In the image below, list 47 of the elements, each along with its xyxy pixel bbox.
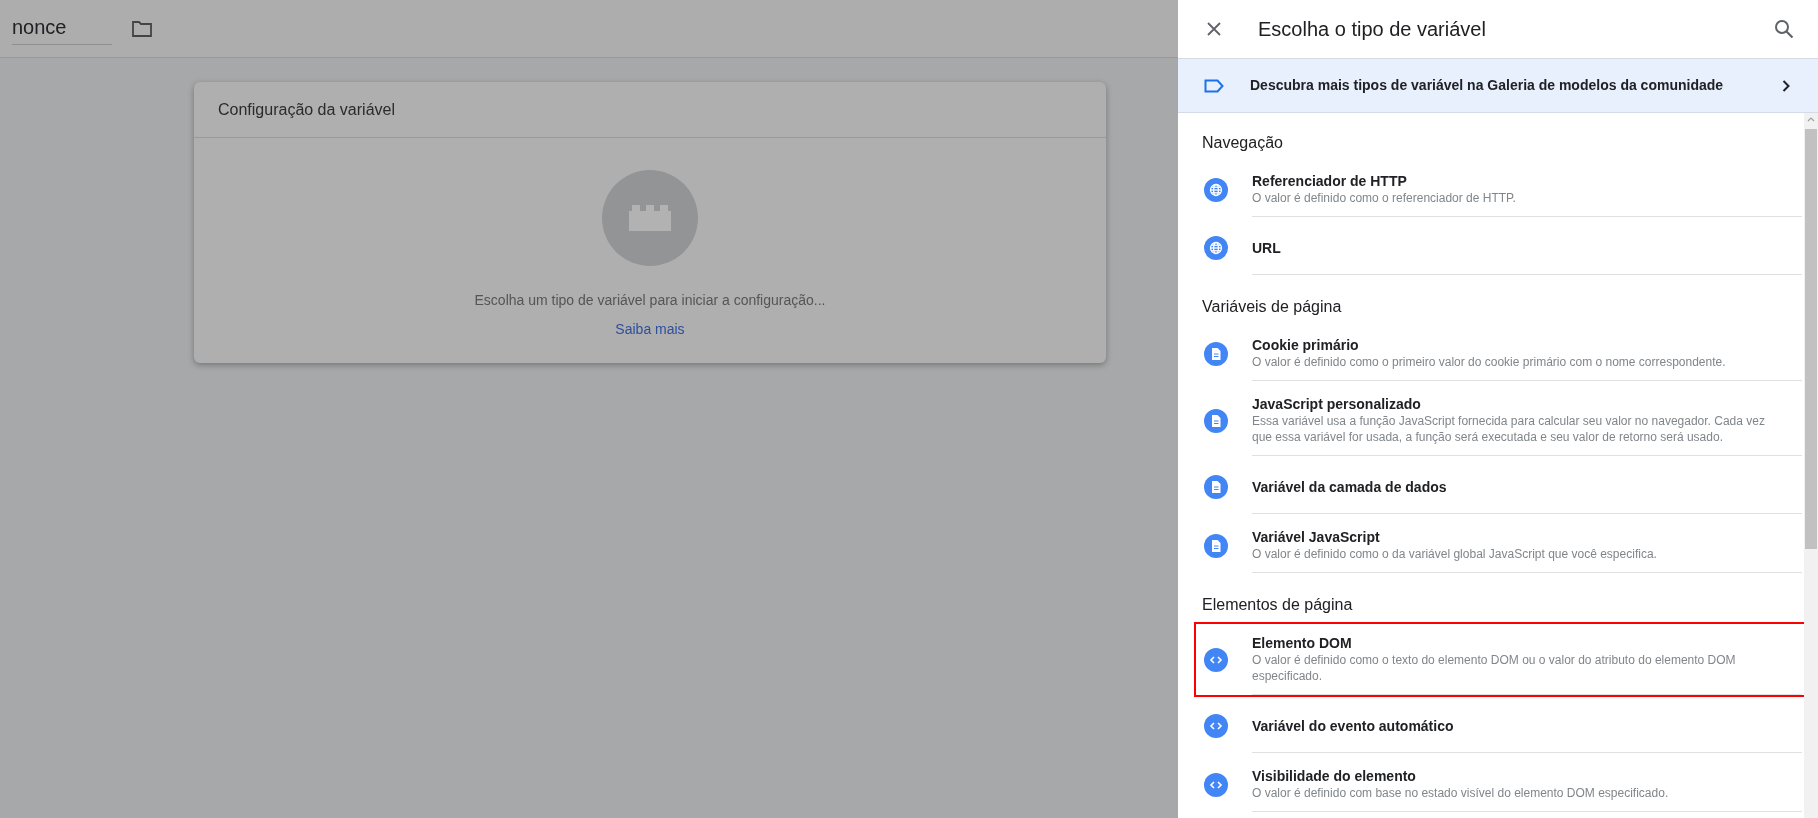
section-heading: Variáveis de página — [1202, 297, 1343, 317]
scrollbar[interactable] — [1804, 113, 1818, 818]
globe-icon — [1204, 236, 1228, 260]
item-description: Essa variável usa a função JavaScript fornecida para calcular seu valor no navegador. Cada vez que essa variável for usada, a função será executada e seu valor de retorno será usado. — [1252, 413, 1766, 445]
folder-icon[interactable] — [132, 20, 152, 37]
card-title: Configuração da variável — [218, 99, 395, 120]
chevron-right-icon — [1782, 79, 1790, 92]
item-title: Variável da camada de dados — [1252, 477, 1448, 496]
item-title: Variável do evento automático — [1252, 716, 1455, 735]
code-icon — [1204, 772, 1228, 797]
item-description: O valor é definido como o referenciador de HTTP. — [1252, 190, 1517, 206]
name-field[interactable]: nonce — [12, 12, 112, 45]
item-title: Visibilidade do elemento — [1252, 767, 1417, 785]
variable-type-item[interactable]: Cookie primário O valor é definido como o primeiro valor do cookie primário com o nome correspondente. — [1194, 324, 1804, 383]
gallery-banner[interactable]: Descubra mais tipos de variável na Galeria de modelos da comunidade — [1178, 58, 1818, 113]
variable-type-item[interactable]: Variável JavaScript O valor é definido como o da variável global JavaScript que você especifica. — [1194, 516, 1804, 575]
variable-type-item[interactable]: Variável do evento automático — [1194, 697, 1804, 755]
item-description: O valor é definido como o da variável global JavaScript que você especifica. — [1252, 546, 1658, 562]
variable-type-item[interactable]: Visibilidade do elemento O valor é definido com base no estado visível do elemento DOM especificado. — [1194, 755, 1804, 814]
banner-text: Descubra mais tipos de variável na Galeria de modelos da comunidade — [1250, 76, 1725, 95]
globe-icon — [1204, 177, 1228, 202]
config-prompt: Escolha um tipo de variável para iniciar a configuração... — [474, 291, 826, 310]
document-icon — [1204, 533, 1228, 558]
item-description: O valor é definido com base no estado visível do elemento DOM especificado. — [1252, 785, 1670, 801]
item-title: Cookie primário — [1252, 336, 1360, 354]
document-icon — [1204, 408, 1228, 433]
item-description: O valor é definido como o texto do elemento DOM ou o valor do atributo do elemento DOM especificado. — [1252, 652, 1737, 684]
code-icon — [1204, 714, 1228, 738]
item-description: O valor é definido como o primeiro valor do cookie primário com o nome correspondente. — [1252, 354, 1727, 370]
section-heading: Navegação — [1202, 133, 1284, 153]
document-icon — [1204, 475, 1228, 499]
item-title: Variável JavaScript — [1252, 528, 1381, 546]
item-title: Referenciador de HTTP — [1252, 172, 1408, 190]
panel-title: Escolha o tipo de variável — [1258, 17, 1487, 42]
code-icon — [1204, 647, 1228, 672]
search-icon[interactable] — [1774, 19, 1794, 39]
tag-icon — [1204, 78, 1224, 93]
learn-more-link[interactable]: Saiba mais — [615, 319, 685, 340]
variable-type-item[interactable]: URL — [1194, 219, 1804, 277]
variable-type-item[interactable]: Referenciador de HTTP O valor é definido como o referenciador de HTTP. — [1194, 160, 1804, 219]
section-heading: Elementos de página — [1202, 595, 1354, 615]
item-title: JavaScript personalizado — [1252, 395, 1422, 413]
variable-type-item[interactable]: Variável da camada de dados — [1194, 458, 1804, 516]
item-title: Elemento DOM — [1252, 634, 1353, 652]
document-icon — [1204, 341, 1228, 366]
close-icon[interactable] — [1206, 21, 1222, 37]
item-title: URL — [1252, 238, 1282, 257]
